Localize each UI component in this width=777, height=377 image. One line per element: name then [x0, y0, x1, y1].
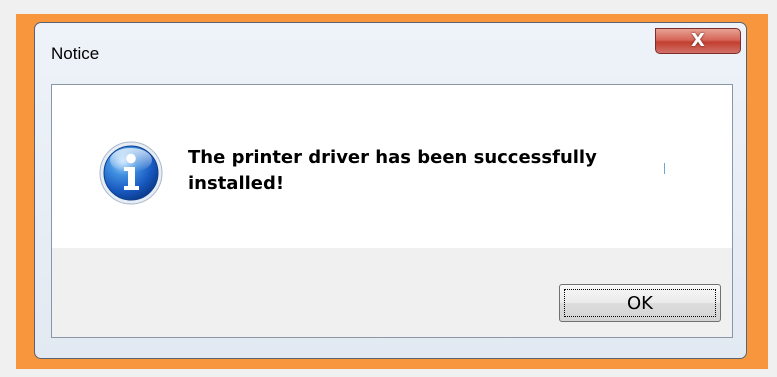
close-button[interactable]: X — [655, 28, 741, 54]
text-cursor — [664, 163, 665, 174]
dialog-message: The printer driver has been successfully… — [188, 147, 597, 194]
close-icon: X — [691, 30, 705, 51]
button-area: OK — [52, 248, 732, 337]
notice-dialog: Notice X The printer driver has been suc… — [34, 22, 747, 359]
ok-button[interactable]: OK — [559, 284, 721, 322]
dialog-content: The printer driver has been successfully… — [51, 84, 733, 338]
ok-button-label: OK — [564, 289, 716, 317]
info-icon — [99, 141, 163, 205]
window-title: Notice — [51, 44, 100, 63]
